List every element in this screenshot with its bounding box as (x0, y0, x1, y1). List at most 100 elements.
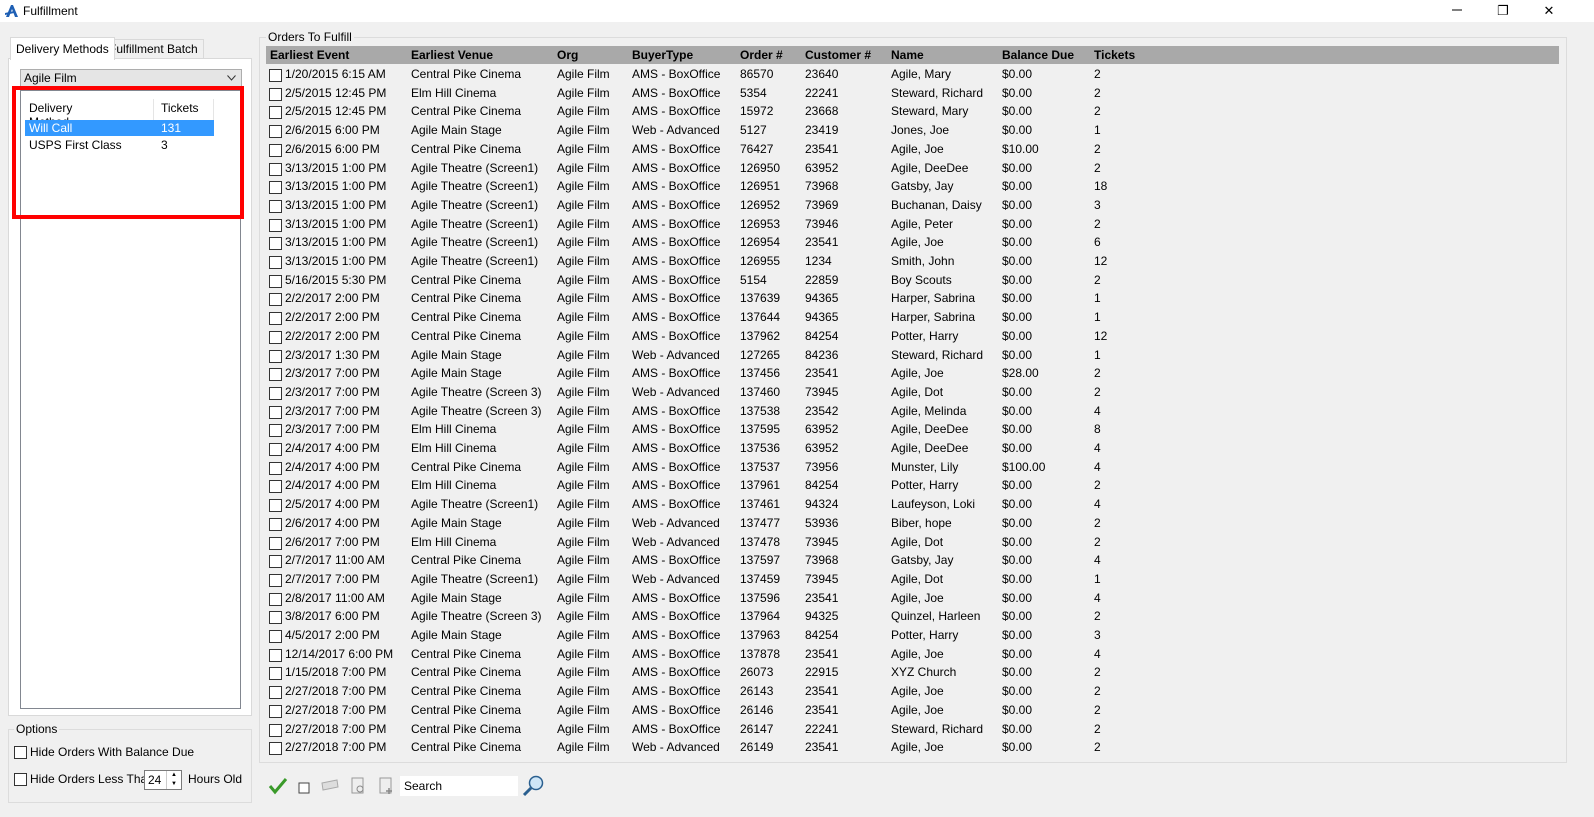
row-checkbox[interactable] (269, 480, 282, 494)
table-row[interactable]: 2/8/2017 11:00 AM Agile Main Stage Agile F… (266, 589, 1559, 608)
table-row[interactable]: 1/15/2018 7:00 PM Central Pike Cinema Agil… (266, 663, 1559, 682)
table-row[interactable]: 3/13/2015 1:00 PM Agile Theatre (Screen1)… (266, 215, 1559, 234)
table-row[interactable]: 2/27/2018 7:00 PM Central Pike Cinema Agil… (266, 720, 1559, 739)
row-checkbox[interactable] (269, 162, 282, 176)
column-header-buyer-type[interactable]: BuyerType (632, 46, 693, 64)
check-all-icon[interactable] (268, 776, 288, 796)
document-add-icon[interactable] (376, 776, 396, 796)
close-button[interactable]: ✕ (1526, 0, 1572, 22)
row-checkbox[interactable] (269, 293, 282, 307)
column-header-order-number[interactable]: Order # (740, 46, 783, 64)
table-row[interactable]: 12/14/2017 6:00 PM Central Pike Cinema Agi… (266, 645, 1559, 664)
uncheck-all-icon[interactable] (294, 776, 314, 796)
table-row[interactable]: 2/7/2017 11:00 AM Central Pike Cinema Agil… (266, 551, 1559, 570)
minimize-button[interactable] (1434, 0, 1480, 22)
table-row[interactable]: 5/16/2015 5:30 PM Central Pike Cinema Agil… (266, 271, 1559, 290)
row-checkbox[interactable] (269, 443, 282, 456)
row-checkbox[interactable] (269, 181, 282, 195)
row-checkbox[interactable] (269, 69, 282, 82)
column-header-balance-due[interactable]: Balance Due (1002, 46, 1074, 64)
row-checkbox[interactable] (269, 648, 282, 662)
table-row[interactable]: 2/6/2015 6:00 PM Agile Main Stage Agile Fi… (266, 121, 1559, 140)
table-row[interactable]: 2/27/2018 7:00 PM Central Pike Cinema Agil… (266, 701, 1559, 720)
table-row[interactable]: 2/6/2017 7:00 PM Elm Hill Cinema Agile Fil… (266, 533, 1559, 552)
column-header-org[interactable]: Org (557, 46, 578, 64)
row-checkbox[interactable] (269, 667, 282, 681)
table-row[interactable]: 2/5/2015 12:45 PM Central Pike Cinema Agil… (266, 102, 1559, 121)
table-row[interactable]: 2/2/2017 2:00 PM Central Pike Cinema Agile… (266, 327, 1559, 346)
stepper-arrows[interactable]: ▲ ▼ (166, 771, 181, 789)
row-checkbox[interactable] (269, 592, 282, 606)
ticket-icon[interactable] (320, 776, 340, 796)
column-header-customer-number[interactable]: Customer # (805, 46, 871, 64)
table-row[interactable]: 2/7/2017 7:00 PM Agile Theatre (Screen1) A… (266, 570, 1559, 589)
row-checkbox[interactable] (269, 312, 282, 326)
table-row[interactable]: 2/3/2017 7:00 PM Agile Main Stage Agile Fi… (266, 364, 1559, 383)
table-row[interactable]: 1/20/2015 6:15 AM Central Pike Cinema Agil… (266, 65, 1559, 84)
tab-fulfillment-batch[interactable]: Fulfillment Batch (103, 39, 204, 59)
table-row[interactable]: 2/4/2017 4:00 PM Central Pike Cinema Agile… (266, 458, 1559, 477)
table-row[interactable]: 2/6/2015 6:00 PM Central Pike Cinema Agile… (266, 140, 1559, 159)
row-checkbox[interactable] (269, 517, 282, 531)
row-checkbox[interactable] (269, 106, 282, 120)
table-row[interactable]: 2/5/2015 12:45 PM Elm Hill Cinema Agile Fi… (266, 84, 1559, 103)
row-checkbox[interactable] (269, 330, 282, 344)
row-checkbox[interactable] (269, 424, 282, 438)
table-row[interactable]: 2/3/2017 7:00 PM Elm Hill Cinema Agile Fil… (266, 420, 1559, 439)
table-row[interactable]: 2/27/2018 7:00 PM Central Pike Cinema Agil… (266, 682, 1559, 701)
table-row[interactable]: 3/8/2017 6:00 PM Agile Theatre (Screen 3)… (266, 607, 1559, 626)
row-checkbox[interactable] (269, 199, 282, 213)
table-row[interactable]: 2/27/2018 7:00 PM Central Pike Cinema Agil… (266, 738, 1559, 757)
restore-button[interactable]: ❐ (1480, 0, 1526, 22)
table-row[interactable]: 2/2/2017 2:00 PM Central Pike Cinema Agile… (266, 289, 1559, 308)
table-row[interactable]: 3/13/2015 1:00 PM Agile Theatre (Screen1)… (266, 159, 1559, 178)
row-checkbox[interactable] (269, 630, 282, 643)
table-row[interactable]: 3/13/2015 1:00 PM Agile Theatre (Screen1)… (266, 177, 1559, 196)
row-checkbox[interactable] (269, 218, 282, 232)
table-row[interactable]: 2/5/2017 4:00 PM Agile Theatre (Screen1) A… (266, 495, 1559, 514)
row-checkbox[interactable] (269, 686, 282, 700)
table-row[interactable]: 2/3/2017 7:00 PM Agile Theatre (Screen 3)… (266, 383, 1559, 402)
caret-up-icon[interactable]: ▲ (167, 771, 181, 780)
search-icon[interactable] (522, 774, 546, 798)
column-header-earliest-venue[interactable]: Earliest Venue (411, 46, 493, 64)
table-row[interactable]: 2/4/2017 4:00 PM Elm Hill Cinema Agile Fil… (266, 476, 1559, 495)
table-row[interactable]: 2/6/2017 4:00 PM Agile Main Stage Agile Fi… (266, 514, 1559, 533)
row-checkbox[interactable] (269, 256, 282, 269)
row-checkbox[interactable] (269, 704, 282, 718)
row-checkbox[interactable] (269, 274, 282, 288)
table-row[interactable]: 3/13/2015 1:00 PM Agile Theatre (Screen1)… (266, 252, 1559, 271)
table-row[interactable]: 4/5/2017 2:00 PM Agile Main Stage Agile Fi… (266, 626, 1559, 645)
row-checkbox[interactable] (269, 573, 282, 587)
row-checkbox[interactable] (269, 237, 282, 251)
organization-select[interactable]: Agile Film (20, 69, 242, 87)
row-checkbox[interactable] (269, 742, 282, 756)
table-row[interactable]: 2/4/2017 4:00 PM Elm Hill Cinema Agile Fil… (266, 439, 1559, 458)
row-checkbox[interactable] (269, 611, 282, 625)
column-header-name[interactable]: Name (891, 46, 924, 64)
row-checkbox[interactable] (269, 461, 282, 475)
row-checkbox[interactable] (269, 536, 282, 550)
row-checkbox[interactable] (269, 349, 282, 363)
search-input[interactable]: Search (400, 776, 518, 796)
caret-down-icon[interactable]: ▼ (167, 780, 181, 789)
column-header-earliest-event[interactable]: Earliest Event (270, 46, 349, 64)
hours-stepper[interactable]: 24 ▲ ▼ (144, 770, 182, 790)
tab-delivery-methods[interactable]: Delivery Methods (10, 37, 115, 60)
row-checkbox[interactable] (269, 723, 282, 737)
row-checkbox[interactable] (269, 125, 282, 139)
table-row[interactable]: 2/3/2017 1:30 PM Agile Main Stage Agile Fi… (266, 346, 1559, 365)
print-preview-icon[interactable] (348, 776, 368, 796)
row-checkbox[interactable] (269, 368, 282, 382)
table-row[interactable]: 3/13/2015 1:00 PM Agile Theatre (Screen1)… (266, 196, 1559, 215)
hide-orders-less-than-checkbox[interactable] (14, 773, 27, 786)
row-checkbox[interactable] (269, 87, 282, 101)
row-checkbox[interactable] (269, 499, 282, 513)
row-checkbox[interactable] (269, 386, 282, 400)
row-checkbox[interactable] (269, 143, 282, 157)
table-row[interactable]: 2/3/2017 7:00 PM Agile Theatre (Screen 3)… (266, 402, 1559, 421)
hide-balance-due-checkbox[interactable] (14, 746, 27, 759)
column-header-tickets[interactable]: Tickets (1094, 46, 1135, 64)
row-checkbox[interactable] (269, 405, 282, 419)
table-row[interactable]: 3/13/2015 1:00 PM Agile Theatre (Screen1)… (266, 233, 1559, 252)
